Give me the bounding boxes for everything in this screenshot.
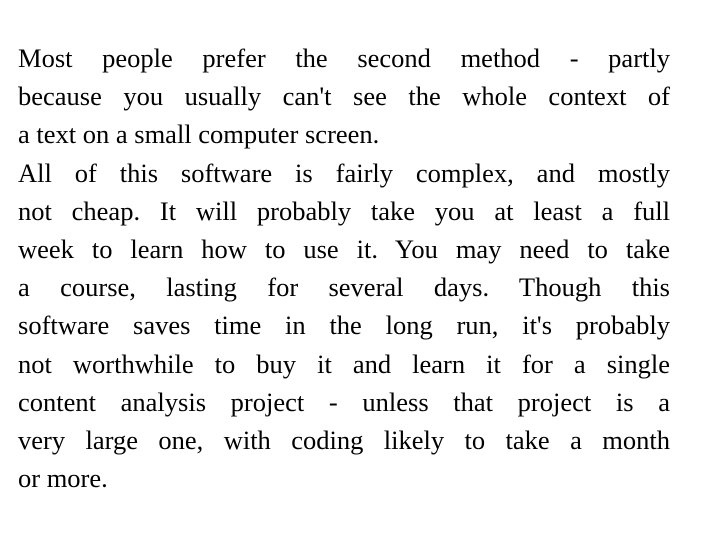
paragraph-2: All of this software is fairly complex, … xyxy=(18,154,670,498)
text-line: or more. xyxy=(18,463,108,494)
text-line: software saves time in the long run, it'… xyxy=(18,310,670,341)
text-line: week to learn how to use it. You may nee… xyxy=(18,233,670,264)
body-text: Most people prefer the second method - p… xyxy=(18,39,670,497)
slide: Most people prefer the second method - p… xyxy=(0,0,720,540)
text-line: All of this software is fairly complex, … xyxy=(18,157,670,188)
text-line: not cheap. It will probably take you at … xyxy=(18,195,670,226)
text-line: a course, lasting for several days. Thou… xyxy=(18,272,670,303)
text-line: Most people prefer the second method - p… xyxy=(18,43,670,73)
text-line: very large one, with coding likely to ta… xyxy=(18,424,670,455)
paragraph-1: Most people prefer the second method - p… xyxy=(18,39,670,154)
text-line: because you usually can't see the whole … xyxy=(18,81,670,112)
text-line: a text on a small computer screen. xyxy=(18,119,380,150)
text-line: content analysis project - unless that p… xyxy=(18,386,670,417)
text-line: not worthwhile to buy it and learn it fo… xyxy=(18,348,670,379)
